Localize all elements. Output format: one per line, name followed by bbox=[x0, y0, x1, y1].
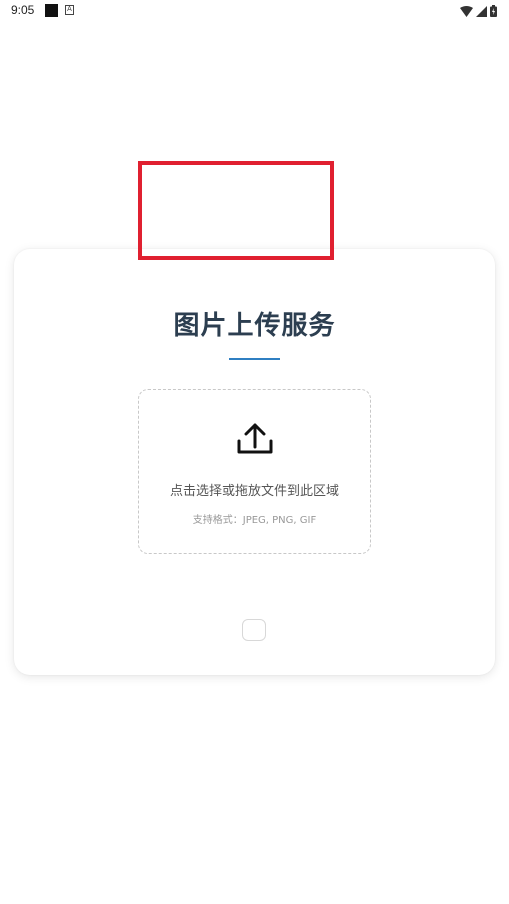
page-title: 图片上传服务 bbox=[173, 311, 336, 341]
supported-formats: 支持格式：JPEG, PNG, GIF bbox=[192, 515, 317, 526]
upload-card: 图片上传服务 点击选择或拖放文件到此区域 支持格式：JPEG, PNG, GIF bbox=[14, 249, 495, 675]
notification-app-icon: A bbox=[65, 5, 74, 15]
notification-square-icon bbox=[45, 4, 58, 17]
drop-instruction: 点击选择或拖放文件到此区域 bbox=[169, 484, 339, 499]
title-underline bbox=[229, 358, 280, 360]
upload-icon bbox=[237, 423, 273, 454]
highlight-annotation-box bbox=[138, 161, 334, 260]
status-bar: 9:05 A bbox=[0, 0, 509, 22]
file-drop-zone[interactable]: 点击选择或拖放文件到此区域 支持格式：JPEG, PNG, GIF bbox=[138, 389, 371, 554]
status-time: 9:05 bbox=[11, 3, 35, 17]
small-toggle-box[interactable] bbox=[242, 619, 266, 641]
battery-icon bbox=[490, 5, 497, 17]
signal-icon bbox=[476, 5, 487, 17]
status-icons bbox=[460, 3, 497, 19]
wifi-icon bbox=[460, 5, 473, 17]
